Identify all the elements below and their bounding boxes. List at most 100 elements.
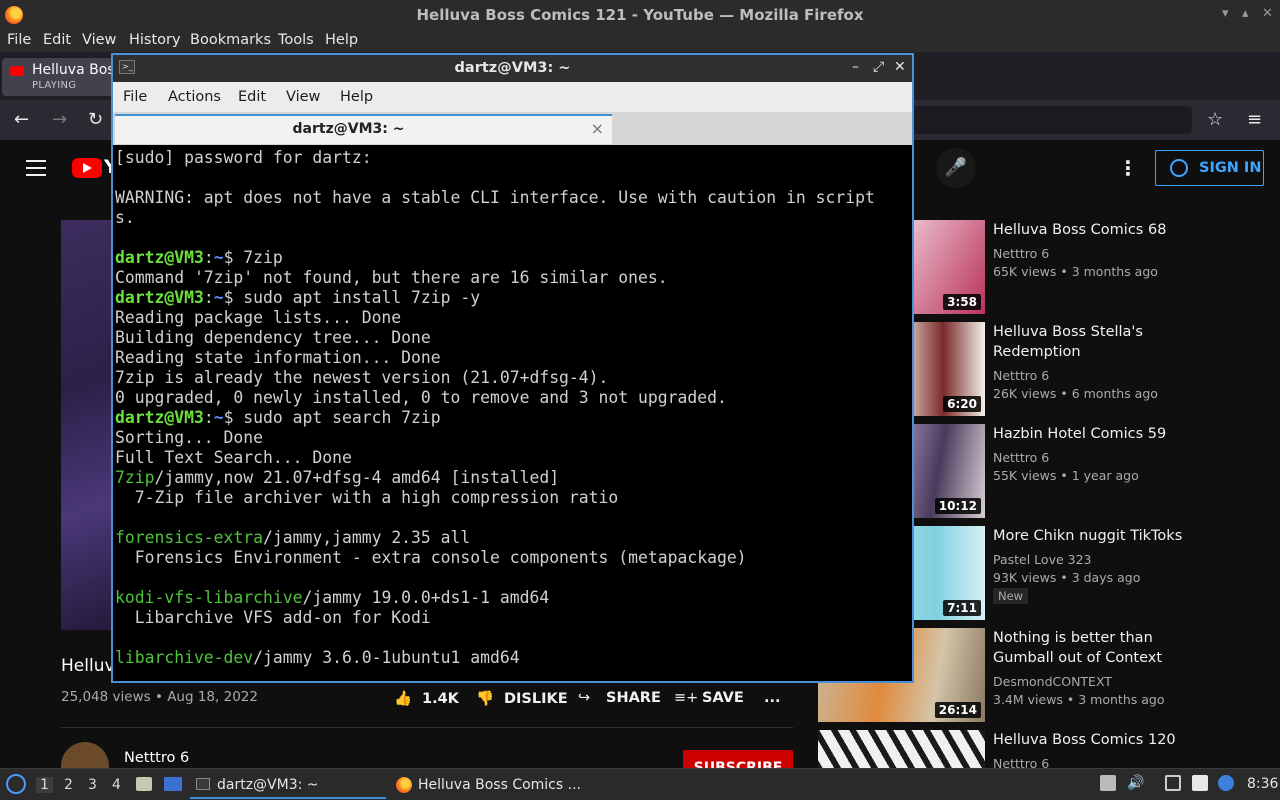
menu-tools[interactable]: Tools [278, 32, 314, 48]
term-menu-edit[interactable]: Edit [238, 89, 266, 105]
recommendation-title[interactable]: Helluva Boss Comics 68 [993, 220, 1198, 240]
taskbar-terminal[interactable]: dartz@VM3: ~ [190, 771, 386, 799]
menu-edit[interactable]: Edit [43, 32, 71, 48]
show-desktop-icon[interactable] [164, 777, 182, 791]
recommendation-item[interactable]: Helluva Boss Comics 120 Netttro 6 [818, 730, 1268, 768]
reload-icon[interactable]: ↻ [88, 109, 103, 130]
recommendation-title[interactable]: Nothing is better than Gumball out of Co… [993, 628, 1198, 668]
terminal-line: Reading state information... Done [115, 348, 441, 367]
playlist-add-icon: ≡+ [674, 690, 699, 706]
more-options-icon[interactable]: ⋮ [1118, 156, 1138, 180]
back-icon[interactable]: ← [14, 109, 29, 130]
maximize-icon[interactable]: ▴ [1242, 6, 1249, 21]
workspace-2[interactable]: 2 [64, 777, 73, 793]
volume-icon[interactable]: 🔊 [1127, 775, 1144, 791]
firefox-icon [396, 777, 412, 793]
close-icon[interactable]: ✕ [894, 59, 906, 75]
channel-name[interactable]: Netttro 6 [124, 750, 189, 766]
clock: 8:36 [1247, 776, 1279, 792]
recommendation-title[interactable]: More Chikn nuggit TikToks [993, 526, 1198, 546]
recommendation-channel[interactable]: Pastel Love 323 [993, 552, 1092, 567]
term-menu-actions[interactable]: Actions [168, 89, 221, 105]
microphone-icon[interactable]: 🎤 [936, 148, 976, 188]
terminal-window[interactable]: >_ dartz@VM3: ~ – ⤢ ✕ File Actions Edit … [111, 53, 914, 683]
close-icon[interactable]: ✕ [1262, 6, 1273, 21]
menu-help[interactable]: Help [325, 32, 358, 48]
minimize-icon[interactable]: – [852, 59, 859, 75]
update-notifier-icon[interactable] [1218, 775, 1234, 791]
account-icon [1170, 159, 1188, 177]
recommendation-channel[interactable]: Netttro 6 [993, 450, 1049, 465]
notes-icon[interactable] [1192, 775, 1208, 791]
term-menu-help[interactable]: Help [340, 89, 373, 105]
tab-playing-status: PLAYING [32, 80, 77, 91]
youtube-favicon-icon [10, 66, 24, 76]
more-actions-button[interactable]: ... [764, 690, 781, 706]
video-duration: 26:14 [934, 702, 981, 718]
video-duration: 10:12 [934, 498, 981, 514]
maximize-icon[interactable]: ⤢ [873, 59, 884, 75]
terminal-tab-label: dartz@VM3: ~ [292, 121, 405, 137]
recommendation-title[interactable]: Helluva Boss Stella's Redemption [993, 322, 1198, 362]
forward-icon[interactable]: → [52, 109, 67, 130]
terminal-line: Sorting... Done [115, 428, 264, 447]
workspace-4[interactable]: 4 [112, 777, 121, 793]
save-button[interactable]: ≡+ SAVE [674, 690, 744, 706]
terminal-titlebar[interactable]: >_ dartz@VM3: ~ – ⤢ ✕ [113, 55, 912, 82]
video-thumbnail[interactable] [818, 730, 985, 768]
terminal-window-title: dartz@VM3: ~ [454, 60, 571, 76]
youtube-logo-icon[interactable] [72, 158, 102, 178]
terminal-line: 7zip is already the newest version (21.0… [115, 368, 609, 387]
app-menu-icon[interactable]: ≡ [1247, 109, 1262, 130]
terminal-output[interactable]: [sudo] password for dartz: WARNING: apt d… [113, 145, 912, 681]
menu-bookmarks[interactable]: Bookmarks [190, 32, 271, 48]
recommendation-channel[interactable]: DesmondCONTEXT [993, 674, 1112, 689]
workspace-1[interactable]: 1 [36, 777, 53, 793]
share-button[interactable]: ↪ SHARE [578, 690, 661, 706]
recommendation-channel[interactable]: Netttro 6 [993, 756, 1049, 768]
sign-in-button[interactable]: SIGN IN [1155, 150, 1264, 186]
divider [61, 727, 793, 728]
clipboard-icon[interactable] [1100, 775, 1116, 791]
recommendation-channel[interactable]: Netttro 6 [993, 368, 1049, 383]
workspace-3[interactable]: 3 [88, 777, 97, 793]
display-icon[interactable] [1165, 775, 1181, 791]
like-button[interactable]: 👍 1.4K [394, 690, 459, 707]
tab-title: Helluva Boss [32, 62, 122, 78]
terminal-line: 7zip/jammy,now 21.07+dfsg-4 amd64 [insta… [115, 468, 560, 487]
video-title: Helluv [61, 656, 115, 676]
recommendation-title[interactable]: Helluva Boss Comics 120 [993, 730, 1198, 750]
firefox-window-title: Helluva Boss Comics 121 - YouTube — Mozi… [416, 6, 864, 24]
recommendation-channel[interactable]: Netttro 6 [993, 246, 1049, 261]
dislike-button[interactable]: 👎 DISLIKE [476, 690, 568, 707]
browser-tab[interactable]: Helluva Boss PLAYING [2, 58, 122, 96]
video-duration: 3:58 [943, 294, 981, 310]
terminal-line: [sudo] password for dartz: [115, 148, 372, 167]
taskbar-firefox[interactable]: Helluva Boss Comics ... [390, 771, 590, 799]
terminal-tab[interactable]: dartz@VM3: ~ × [115, 114, 612, 144]
close-tab-icon[interactable]: × [591, 119, 604, 138]
video-player[interactable] [61, 220, 111, 630]
url-bar[interactable] [912, 106, 1192, 134]
menu-history[interactable]: History [129, 32, 181, 48]
term-menu-file[interactable]: File [123, 89, 147, 105]
terminal-menubar: File Actions Edit View Help [113, 82, 912, 112]
thumbs-down-icon: 👎 [476, 691, 495, 707]
start-menu-icon[interactable] [6, 774, 26, 794]
terminal-line: Building dependency tree... Done [115, 328, 431, 347]
recommendation-meta: 3.4M views • 3 months ago [993, 692, 1165, 707]
terminal-line: s. [115, 208, 135, 227]
video-duration: 6:20 [943, 396, 981, 412]
bookmark-star-icon[interactable]: ☆ [1207, 109, 1223, 130]
terminal-line: kodi-vfs-libarchive/jammy 19.0.0+ds1-1 a… [115, 588, 550, 607]
recommendation-title[interactable]: Hazbin Hotel Comics 59 [993, 424, 1198, 444]
thumbs-up-icon: 👍 [394, 691, 413, 707]
file-manager-icon[interactable] [136, 777, 152, 791]
minimize-icon[interactable]: ▾ [1222, 6, 1229, 21]
menu-view[interactable]: View [82, 32, 116, 48]
menu-file[interactable]: File [7, 32, 31, 48]
hamburger-menu-icon[interactable] [26, 160, 46, 176]
term-menu-view[interactable]: View [286, 89, 320, 105]
